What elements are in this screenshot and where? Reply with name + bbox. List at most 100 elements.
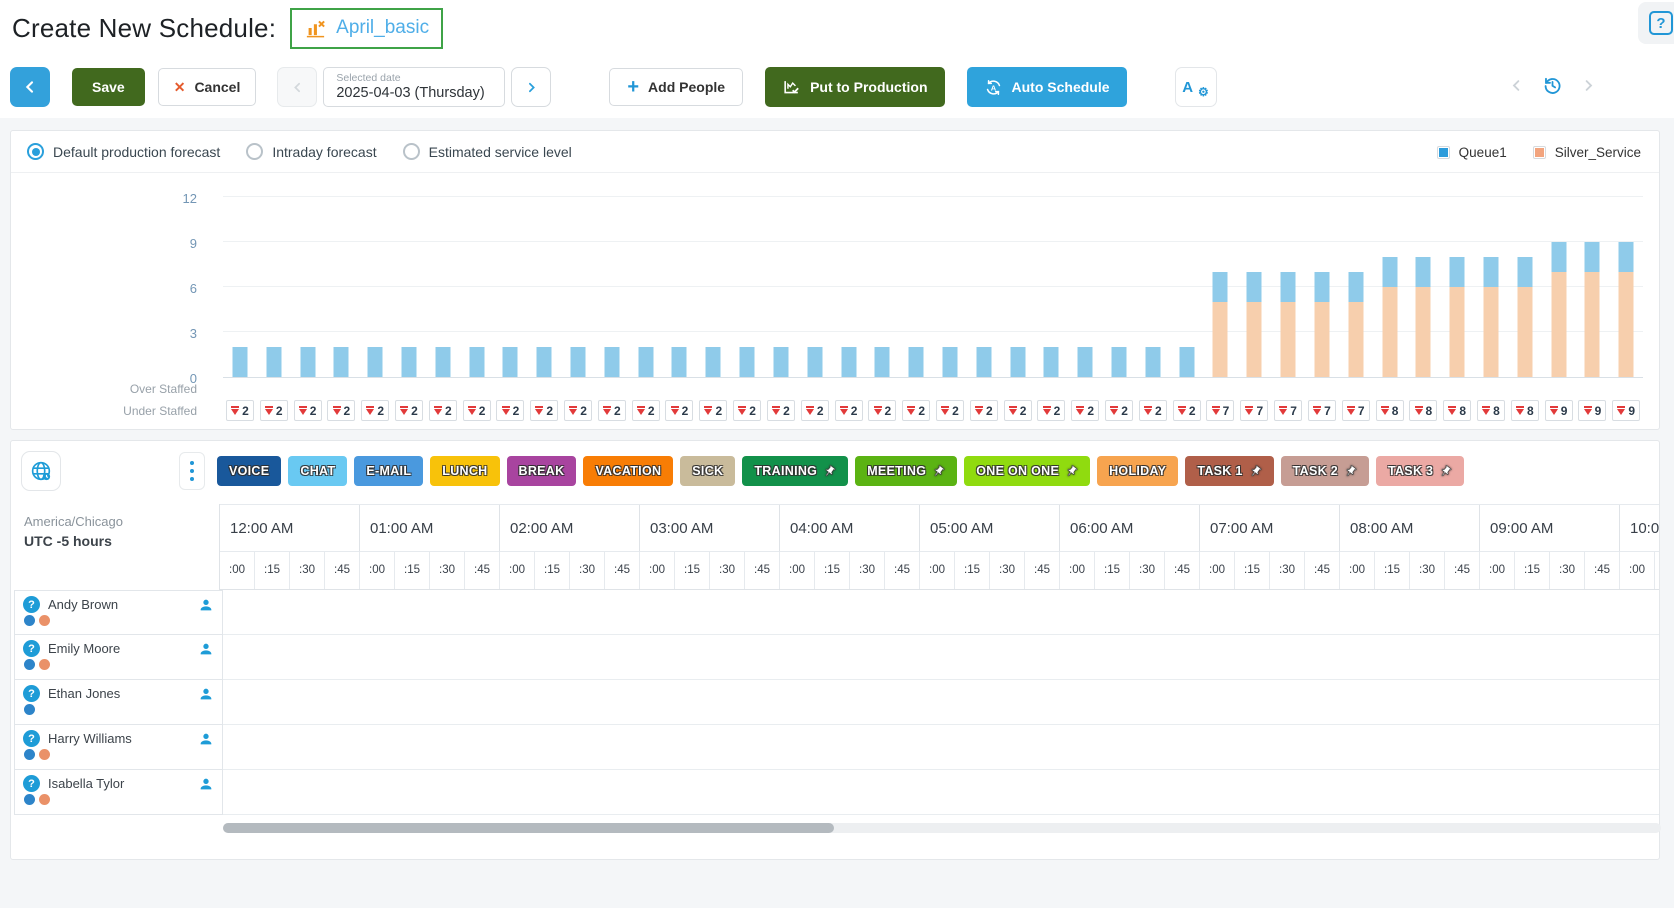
employee-schedule-cell[interactable] (223, 725, 1659, 770)
understaffed-cell[interactable]: 2 (632, 400, 660, 421)
understaffed-cell[interactable]: 2 (970, 400, 998, 421)
understaffed-cell[interactable]: 2 (1004, 400, 1032, 421)
forecast-option-default-production-forecast[interactable]: Default production forecast (27, 143, 220, 160)
understaffed-cell[interactable]: 2 (327, 400, 355, 421)
understaffed-cell[interactable]: 2 (1105, 400, 1133, 421)
employee-name-cell[interactable]: Harry Williams (14, 725, 223, 770)
activity-break[interactable]: BREAK (507, 456, 577, 486)
legend-item-queue1[interactable]: Queue1 (1437, 145, 1507, 160)
understaffed-cell[interactable]: 2 (598, 400, 626, 421)
question-icon[interactable] (23, 775, 40, 792)
help-button[interactable] (1638, 2, 1674, 44)
understaffed-cell[interactable]: 8 (1443, 400, 1471, 421)
activity-lunch[interactable]: LUNCH (430, 456, 499, 486)
understaffed-cell[interactable]: 2 (699, 400, 727, 421)
understaffed-cell[interactable]: 2 (1071, 400, 1099, 421)
understaffed-cell[interactable]: 2 (260, 400, 288, 421)
understaffed-cell[interactable]: 7 (1274, 400, 1302, 421)
employee-name-cell[interactable]: Andy Brown (14, 590, 223, 635)
put-to-production-button[interactable]: Put to Production (765, 67, 944, 107)
understaffed-cell[interactable]: 2 (1173, 400, 1201, 421)
understaffed-cell[interactable]: 2 (936, 400, 964, 421)
save-button[interactable]: Save (72, 68, 145, 106)
understaffed-cell[interactable]: 8 (1409, 400, 1437, 421)
understaffed-cell[interactable]: 2 (530, 400, 558, 421)
timezone-button[interactable] (21, 451, 61, 491)
activity-task-3[interactable]: TASK 3 (1376, 456, 1464, 486)
understaffed-cell[interactable]: 2 (801, 400, 829, 421)
scrollbar-thumb[interactable] (223, 823, 834, 833)
understaffed-cell[interactable]: 7 (1308, 400, 1336, 421)
employee-schedule-cell[interactable] (223, 635, 1659, 680)
previous-date-button[interactable] (277, 67, 317, 107)
agent-settings-button[interactable] (1175, 67, 1217, 107)
activity-one-on-one[interactable]: ONE ON ONE (964, 456, 1090, 486)
activity-e-mail[interactable]: E-MAIL (354, 456, 423, 486)
understaffed-cell[interactable]: 7 (1240, 400, 1268, 421)
activity-meeting[interactable]: MEETING (855, 456, 957, 486)
understaffed-cell[interactable]: 2 (395, 400, 423, 421)
activity-voice[interactable]: VOICE (217, 456, 281, 486)
employee-schedule-cell[interactable] (223, 680, 1659, 725)
person-icon[interactable] (198, 686, 214, 702)
understaffed-cell[interactable]: 2 (835, 400, 863, 421)
history-next-button[interactable] (1581, 78, 1596, 96)
understaffed-cell[interactable]: 2 (463, 400, 491, 421)
horizontal-scrollbar[interactable] (223, 823, 1661, 833)
add-people-button[interactable]: Add People (609, 68, 743, 106)
understaffed-cell[interactable]: 2 (564, 400, 592, 421)
legend-item-silver-service[interactable]: Silver_Service (1533, 145, 1641, 160)
forecast-option-estimated-service-level[interactable]: Estimated service level (403, 143, 572, 160)
understaffed-cell[interactable]: 2 (294, 400, 322, 421)
employee-name-cell[interactable]: Emily Moore (14, 635, 223, 680)
question-icon[interactable] (23, 730, 40, 747)
understaffed-cell[interactable]: 2 (868, 400, 896, 421)
more-options-button[interactable] (179, 452, 205, 490)
employee-schedule-cell[interactable] (223, 590, 1659, 635)
understaffed-cell[interactable]: 2 (361, 400, 389, 421)
understaffed-cell[interactable]: 2 (902, 400, 930, 421)
person-icon[interactable] (198, 641, 214, 657)
person-icon[interactable] (198, 776, 214, 792)
understaffed-cell[interactable]: 2 (429, 400, 457, 421)
question-icon[interactable] (23, 685, 40, 702)
employee-name-cell[interactable]: Ethan Jones (14, 680, 223, 725)
understaffed-cell[interactable]: 2 (767, 400, 795, 421)
understaffed-cell[interactable]: 2 (1139, 400, 1167, 421)
activity-task-1[interactable]: TASK 1 (1185, 456, 1273, 486)
auto-schedule-button[interactable]: A Auto Schedule (967, 67, 1127, 107)
understaffed-cell[interactable]: 8 (1511, 400, 1539, 421)
understaffed-cell[interactable]: 2 (665, 400, 693, 421)
understaffed-cell[interactable]: 2 (496, 400, 524, 421)
understaffed-cell[interactable]: 8 (1376, 400, 1404, 421)
understaffed-cell[interactable]: 9 (1612, 400, 1640, 421)
activity-holiday[interactable]: HOLIDAY (1097, 456, 1178, 486)
history-previous-button[interactable] (1509, 78, 1524, 96)
activity-vacation[interactable]: VACATION (583, 456, 673, 486)
understaffed-cell[interactable]: 2 (733, 400, 761, 421)
employee-schedule-cell[interactable] (223, 770, 1659, 815)
understaffed-cell[interactable]: 9 (1578, 400, 1606, 421)
understaffed-cell[interactable]: 7 (1342, 400, 1370, 421)
activity-task-2[interactable]: TASK 2 (1281, 456, 1369, 486)
back-button[interactable] (10, 67, 50, 107)
understaffed-cell[interactable]: 2 (226, 400, 254, 421)
question-icon[interactable] (23, 640, 40, 657)
forecast-option-intraday-forecast[interactable]: Intraday forecast (246, 143, 376, 160)
person-icon[interactable] (198, 597, 214, 613)
next-date-button[interactable] (511, 67, 551, 107)
activity-training[interactable]: TRAINING (742, 456, 848, 486)
employee-name-cell[interactable]: Isabella Tylor (14, 770, 223, 815)
understaffed-cell[interactable]: 8 (1477, 400, 1505, 421)
activity-sick[interactable]: SICK (680, 456, 735, 486)
schedule-name-box[interactable]: April_basic (290, 8, 443, 49)
history-icon[interactable] (1541, 74, 1564, 100)
understaffed-cell[interactable]: 7 (1206, 400, 1234, 421)
selected-date-field[interactable]: Selected date 2025-04-03 (Thursday) (323, 67, 505, 107)
question-icon[interactable] (23, 596, 40, 613)
understaffed-cell[interactable]: 9 (1545, 400, 1573, 421)
activity-chat[interactable]: CHAT (288, 456, 347, 486)
cancel-button[interactable]: Cancel (158, 68, 257, 106)
person-icon[interactable] (198, 731, 214, 747)
understaffed-cell[interactable]: 2 (1037, 400, 1065, 421)
